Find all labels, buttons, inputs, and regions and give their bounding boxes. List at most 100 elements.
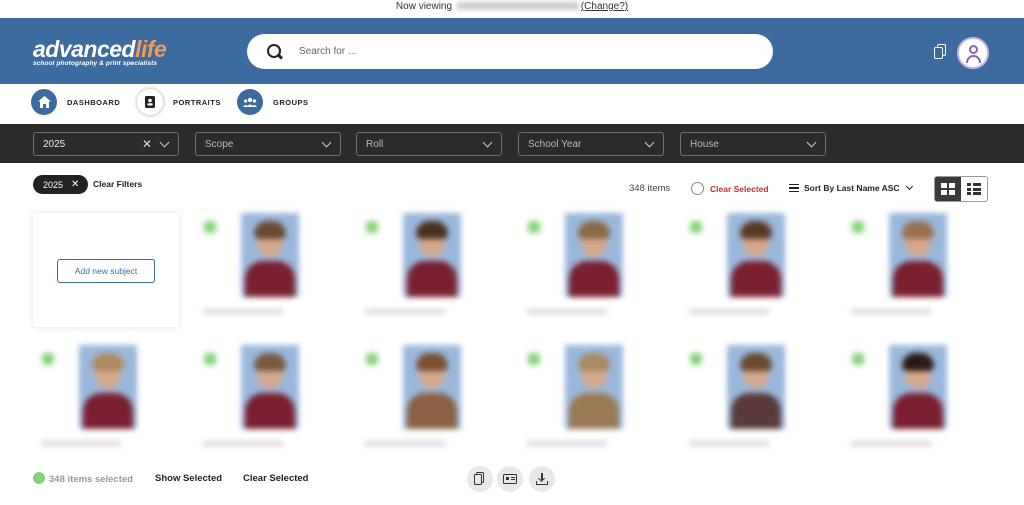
remove-filter-icon[interactable]: ✕ bbox=[71, 179, 79, 190]
subject-name-redacted bbox=[851, 441, 931, 446]
nav-label-dashboard: DASHBOARD bbox=[67, 97, 121, 107]
add-new-subject-button[interactable]: Add new subject bbox=[57, 259, 155, 283]
show-selected-button[interactable]: Show Selected bbox=[155, 473, 222, 484]
search-bar bbox=[247, 34, 773, 69]
subject-name-redacted bbox=[365, 441, 445, 446]
selected-check-icon[interactable] bbox=[690, 353, 702, 365]
subject-name-redacted bbox=[689, 441, 769, 446]
active-filter-chip: 2025 ✕ bbox=[33, 175, 89, 194]
year-select[interactable]: 2025 ✕ bbox=[33, 132, 179, 156]
list-icon bbox=[967, 183, 981, 195]
school-year-select-placeholder: School Year bbox=[528, 138, 582, 150]
filter-bar: 2025 ✕ Scope Roll School Year House bbox=[0, 124, 1024, 163]
roll-select[interactable]: Roll bbox=[356, 132, 502, 156]
school-year-select[interactable]: School Year bbox=[518, 132, 664, 156]
search-icon bbox=[267, 43, 283, 60]
main-nav: DASHBOARD PORTRAITS GROUPS bbox=[0, 84, 1024, 124]
grid-view-button[interactable] bbox=[935, 177, 961, 201]
group-icon bbox=[237, 89, 263, 115]
clear-filters-button[interactable]: Clear Filters bbox=[93, 179, 142, 189]
subject-name-redacted bbox=[527, 441, 607, 446]
portrait-card[interactable] bbox=[357, 345, 503, 459]
app-header: advancedlife school photography & print … bbox=[0, 18, 1024, 84]
copy-icon[interactable] bbox=[467, 466, 493, 492]
nav-item-groups[interactable]: GROUPS bbox=[237, 89, 309, 115]
subject-name-redacted bbox=[41, 441, 121, 446]
portrait-card[interactable] bbox=[195, 345, 341, 459]
portrait-card[interactable] bbox=[519, 345, 665, 459]
portrait-grid: Add new subject bbox=[33, 213, 993, 459]
portrait-photo bbox=[727, 345, 785, 429]
clear-selected-link[interactable]: Clear Selected bbox=[710, 184, 769, 194]
portrait-card[interactable] bbox=[681, 213, 827, 327]
item-count: 348 items bbox=[629, 183, 671, 194]
portrait-icon bbox=[137, 89, 163, 115]
portrait-photo bbox=[241, 345, 299, 429]
subject-name-redacted bbox=[365, 309, 445, 314]
house-select-placeholder: House bbox=[690, 138, 719, 150]
selected-indicator-icon bbox=[33, 472, 45, 484]
nav-item-portraits[interactable]: PORTRAITS bbox=[137, 89, 221, 115]
portrait-card[interactable] bbox=[681, 345, 827, 459]
selected-check-icon[interactable] bbox=[852, 353, 864, 365]
sort-label: Sort By Last Name ASC bbox=[804, 183, 900, 193]
portrait-card[interactable] bbox=[843, 213, 989, 327]
grid-icon bbox=[941, 183, 955, 195]
viewing-notice: Now viewing (Change?) bbox=[0, 0, 1024, 14]
portrait-photo bbox=[727, 213, 785, 297]
portrait-card[interactable] bbox=[843, 345, 989, 459]
clear-year-icon[interactable]: ✕ bbox=[142, 137, 152, 151]
change-school-link[interactable]: (Change?) bbox=[581, 1, 628, 12]
portrait-card[interactable] bbox=[33, 345, 179, 459]
chevron-down-icon bbox=[806, 137, 817, 148]
selected-check-icon[interactable] bbox=[204, 221, 216, 233]
sort-dropdown[interactable]: Sort By Last Name ASC bbox=[789, 182, 913, 193]
year-select-value: 2025 bbox=[43, 138, 66, 150]
subject-name-redacted bbox=[203, 309, 283, 314]
selected-check-icon[interactable] bbox=[204, 353, 216, 365]
chevron-down-icon bbox=[159, 137, 170, 148]
nav-item-dashboard[interactable]: DASHBOARD bbox=[31, 89, 120, 115]
chevron-down-icon bbox=[482, 137, 493, 148]
selected-check-icon[interactable] bbox=[42, 353, 54, 365]
id-card-icon[interactable] bbox=[497, 466, 523, 492]
portrait-photo bbox=[403, 213, 461, 297]
clear-selected-button[interactable]: Clear Selected bbox=[243, 473, 308, 484]
selected-check-icon[interactable] bbox=[366, 353, 378, 365]
active-filter-chip-label: 2025 bbox=[43, 179, 64, 190]
house-select[interactable]: House bbox=[680, 132, 826, 156]
selected-check-icon[interactable] bbox=[852, 221, 864, 233]
portrait-card[interactable] bbox=[357, 213, 503, 327]
logo[interactable]: advancedlife school photography & print … bbox=[33, 36, 203, 68]
portrait-card[interactable] bbox=[195, 213, 341, 327]
copy-icon[interactable] bbox=[934, 44, 948, 60]
portrait-photo bbox=[889, 213, 947, 297]
selected-check-icon[interactable] bbox=[528, 353, 540, 365]
download-icon[interactable] bbox=[529, 466, 555, 492]
scope-select-placeholder: Scope bbox=[205, 138, 234, 150]
subject-name-redacted bbox=[203, 441, 283, 446]
list-view-button[interactable] bbox=[961, 177, 987, 201]
scope-select[interactable]: Scope bbox=[195, 132, 341, 156]
home-icon bbox=[31, 89, 57, 115]
view-toggle bbox=[934, 176, 988, 202]
subject-name-redacted bbox=[851, 309, 931, 314]
selected-check-icon[interactable] bbox=[690, 221, 702, 233]
search-input[interactable] bbox=[299, 46, 739, 57]
add-subject-card: Add new subject bbox=[33, 213, 179, 327]
viewing-prefix: Now viewing bbox=[395, 1, 453, 12]
chevron-down-icon bbox=[905, 182, 913, 191]
selected-check-icon[interactable] bbox=[366, 221, 378, 233]
selected-count: 348 items selected bbox=[49, 474, 133, 485]
portrait-card[interactable] bbox=[519, 213, 665, 327]
user-avatar-icon[interactable] bbox=[957, 37, 989, 69]
portrait-photo bbox=[889, 345, 947, 429]
subject-name-redacted bbox=[527, 309, 607, 314]
select-all-radio[interactable] bbox=[691, 182, 704, 195]
roll-select-placeholder: Roll bbox=[366, 138, 384, 150]
logo-tagline: school photography & print specialists bbox=[33, 60, 158, 67]
selected-check-icon[interactable] bbox=[528, 221, 540, 233]
school-name-redacted bbox=[456, 2, 579, 11]
portrait-photo bbox=[565, 213, 623, 297]
logo-text-life: life bbox=[135, 36, 167, 62]
